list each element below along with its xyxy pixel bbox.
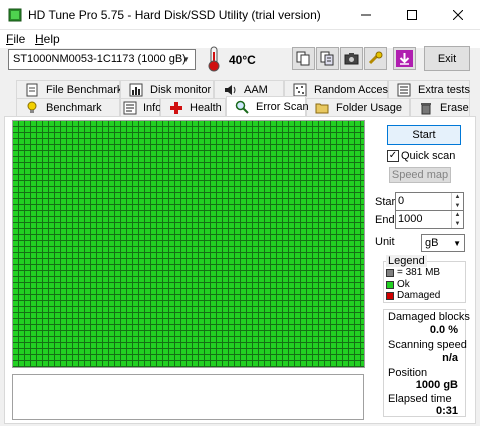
app-icon <box>8 8 22 22</box>
end-value: 1000 <box>398 213 423 225</box>
menu-help[interactable]: Help <box>35 32 60 46</box>
camera-icon <box>344 53 359 65</box>
tab-label: Health <box>190 101 222 114</box>
exit-button[interactable]: Exit <box>424 46 470 71</box>
folder-icon <box>315 103 329 113</box>
lightbulb-icon <box>27 101 37 113</box>
legend-block-size: = 381 MB <box>397 267 441 278</box>
menu-file[interactable]: File <box>6 32 25 46</box>
tab-label: AAM <box>244 83 268 96</box>
tab-label: File Benchmark <box>46 83 123 96</box>
options-button[interactable] <box>364 47 387 70</box>
close-icon <box>453 10 463 20</box>
chevron-down-icon: ▼ <box>453 239 461 248</box>
quick-scan-checkbox[interactable]: ✓ <box>387 150 399 162</box>
minimize-button[interactable] <box>343 0 389 30</box>
log-box <box>12 374 364 420</box>
trash-icon <box>421 102 431 114</box>
legend-swatch-block <box>386 269 394 277</box>
tab-label: Erase <box>440 101 469 114</box>
copy-icon <box>296 51 310 66</box>
window-title: HD Tune Pro 5.75 - Hard Disk/SSD Utility… <box>28 8 321 22</box>
quick-scan-label: Quick scan <box>401 150 456 162</box>
thermometer-icon <box>208 46 220 72</box>
document-icon <box>26 83 38 96</box>
position-label: Position <box>388 367 428 379</box>
drive-select[interactable]: ST1000NM0053-1C1173 (1000 gB) <box>8 49 196 70</box>
tests-icon <box>397 83 411 96</box>
start-button[interactable]: Start <box>387 125 461 145</box>
legend-swatch-ok <box>386 281 394 289</box>
download-icon <box>396 50 413 67</box>
start-value: 0 <box>398 195 405 207</box>
start-spinner[interactable]: ▲ ▼ <box>451 193 463 210</box>
tab-label: Extra tests <box>418 83 470 96</box>
copy-all-button[interactable] <box>316 47 339 70</box>
tab-label: Folder Usage <box>336 101 403 114</box>
wrench-icon <box>368 51 383 65</box>
random-access-icon <box>293 83 307 96</box>
tab-benchmark[interactable]: Benchmark <box>16 98 120 116</box>
tab-error-scan[interactable]: Error Scan <box>226 96 309 116</box>
scanning-speed-label: Scanning speed <box>388 339 467 351</box>
screenshot-button[interactable] <box>340 47 363 70</box>
legend-title: Legend <box>386 255 427 267</box>
legend-ok: Ok <box>397 279 410 290</box>
unit-select[interactable]: gB ▼ <box>421 234 465 252</box>
position-value: 1000 gB <box>415 379 458 391</box>
tab-folder-usage[interactable]: Folder Usage <box>306 98 410 116</box>
unit-label: Unit <box>375 236 395 248</box>
tab-label: Random Access <box>314 83 394 96</box>
maximize-button[interactable] <box>389 0 435 30</box>
minimize-icon <box>361 14 371 16</box>
tab-label: Info <box>143 101 162 114</box>
tab-health[interactable]: Health <box>160 98 226 116</box>
tab-extra-tests[interactable]: Extra tests <box>388 80 470 98</box>
copy-button[interactable] <box>292 47 315 70</box>
block-map-cells <box>13 121 364 367</box>
maximize-icon <box>407 10 417 20</box>
damaged-blocks-label: Damaged blocks <box>388 311 470 323</box>
menu-bar <box>0 30 480 48</box>
tab-label: Benchmark <box>46 101 102 114</box>
speed-map-button[interactable]: Speed map <box>389 167 451 183</box>
elapsed-time-value: 0:31 <box>435 405 458 417</box>
end-label: End <box>375 214 395 226</box>
legend-damaged: Damaged <box>397 290 441 301</box>
copy-all-icon <box>320 51 334 66</box>
tab-info[interactable]: Info <box>120 98 162 116</box>
magnifier-icon <box>235 100 249 114</box>
chart-icon <box>129 83 143 96</box>
tab-file-benchmark[interactable]: File Benchmark <box>16 80 123 98</box>
health-cross-icon <box>170 101 182 114</box>
chevron-down-icon: ▼ <box>182 55 190 64</box>
damaged-blocks-value: 0.0 % <box>429 324 458 336</box>
tab-label: Disk monitor <box>150 83 212 96</box>
close-button[interactable] <box>435 0 480 30</box>
speaker-icon <box>225 84 236 95</box>
scanning-speed-value: n/a <box>442 352 458 364</box>
temperature-readout: 40°C <box>229 53 256 67</box>
end-spinner[interactable]: ▲ ▼ <box>451 211 463 228</box>
block-map <box>12 120 365 368</box>
save-button[interactable] <box>393 47 416 70</box>
tab-label: Error Scan <box>256 100 309 113</box>
tab-disk-monitor[interactable]: Disk monitor <box>120 80 214 98</box>
unit-value: gB <box>425 237 439 249</box>
legend-swatch-damaged <box>386 292 394 300</box>
tab-erase[interactable]: Erase <box>410 98 470 116</box>
elapsed-time-label: Elapsed time <box>388 393 452 405</box>
info-icon <box>123 101 137 114</box>
